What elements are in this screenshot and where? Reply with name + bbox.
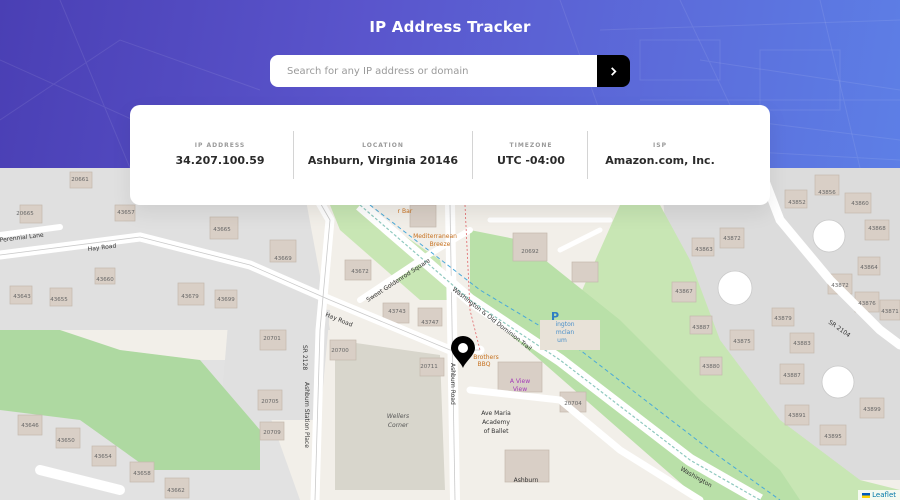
divider: [472, 131, 473, 179]
search-bar: [270, 55, 630, 87]
location-stat: LOCATION Ashburn, Virginia 20146: [298, 105, 468, 205]
address-number: 43654: [94, 454, 112, 460]
ip-address-value: 34.207.100.59: [175, 154, 265, 167]
isp-label: ISP: [653, 142, 667, 149]
address-number: 43867: [675, 289, 693, 295]
address-number: 43646: [21, 423, 39, 429]
address-number: 43887: [692, 325, 710, 331]
address-number: 43743: [388, 309, 406, 315]
place-label: View: [513, 386, 527, 393]
address-number: 20704: [564, 401, 582, 407]
parking-icon: P: [551, 310, 559, 323]
place-label: Mediterranean: [413, 233, 457, 240]
location-value: Ashburn, Virginia 20146: [307, 154, 459, 167]
address-number: 43899: [863, 407, 881, 413]
address-number: 43657: [117, 210, 135, 216]
address-number: 43872: [831, 283, 849, 289]
search-submit-button[interactable]: [597, 55, 630, 87]
flag-icon: [862, 492, 871, 498]
address-number: 43895: [824, 434, 842, 440]
address-number: 43876: [858, 301, 876, 307]
address-number: 43650: [57, 438, 75, 444]
address-number: 43643: [13, 294, 31, 300]
ip-info-card: IP ADDRESS 34.207.100.59 LOCATION Ashbur…: [130, 105, 770, 205]
address-number: 43699: [217, 297, 235, 303]
ip-address-label: IP ADDRESS: [194, 142, 246, 149]
address-number: 43655: [50, 297, 68, 303]
address-number: 43863: [695, 247, 713, 253]
address-number: 20709: [263, 430, 281, 436]
place-label: Corner: [388, 422, 409, 429]
road-label-sr2128: SR 2128: [301, 345, 308, 370]
address-number: 43856: [818, 190, 836, 196]
divider: [293, 131, 294, 179]
timezone-value: UTC -04:00: [497, 154, 565, 167]
address-number: 20661: [71, 177, 89, 183]
place-label: Breeze: [430, 241, 451, 248]
timezone-label: TIMEZONE: [509, 142, 553, 149]
place-label: Ashburn: [514, 477, 539, 484]
address-number: 43875: [733, 339, 751, 345]
chevron-right-icon: [611, 66, 617, 76]
svg-text:Ashburn Road: Ashburn Road: [449, 363, 456, 405]
road-label-station: Ashburn Station Place: [303, 382, 310, 448]
address-number: 43883: [793, 341, 811, 347]
place-label: of Ballet: [484, 428, 510, 435]
search-input[interactable]: [270, 55, 597, 87]
svg-text:SR 2128: SR 2128: [301, 345, 308, 370]
place-label: mclan: [556, 329, 574, 336]
leaflet-link[interactable]: Leaflet: [872, 491, 896, 499]
address-number: 20705: [261, 399, 279, 405]
address-number: 43872: [723, 236, 741, 242]
divider: [587, 131, 588, 179]
address-number: 20665: [16, 211, 34, 217]
place-label: Academy: [482, 419, 510, 426]
svg-text:Ashburn Station Place: Ashburn Station Place: [303, 382, 310, 448]
place-label: um: [557, 337, 567, 344]
address-number: 43868: [868, 226, 886, 232]
address-number: 43879: [774, 316, 792, 322]
address-number: 43669: [274, 256, 292, 262]
place-label: BBQ: [478, 361, 491, 368]
address-number: 43672: [351, 269, 369, 275]
address-number: 43880: [702, 364, 720, 370]
place-label: A View: [510, 378, 530, 385]
ip-address-stat: IP ADDRESS 34.207.100.59: [150, 105, 290, 205]
road-label-ashburn: Ashburn Road: [449, 363, 456, 405]
isp-stat: ISP Amazon.com, Inc.: [590, 105, 730, 205]
place-label: Wellers: [387, 413, 409, 420]
location-label: LOCATION: [362, 142, 404, 149]
address-number: 43665: [213, 227, 231, 233]
address-number: 43891: [788, 413, 806, 419]
address-number: 43887: [783, 373, 801, 379]
isp-value: Amazon.com, Inc.: [605, 154, 715, 167]
address-number: 20701: [263, 336, 281, 342]
address-number: 43747: [421, 320, 439, 326]
address-number: 20711: [420, 364, 438, 370]
page-title: IP Address Tracker: [369, 18, 531, 36]
map-view[interactable]: Perennial Lane Hay Road Hay Road Sweet G…: [0, 168, 900, 500]
place-label: Brothers: [473, 354, 499, 361]
address-number: 43871: [881, 309, 899, 315]
address-number: 20700: [331, 348, 349, 354]
address-number: 20692: [521, 249, 539, 255]
map-attribution[interactable]: Leaflet: [858, 490, 900, 500]
address-number: 43864: [860, 265, 878, 271]
address-number: 43660: [96, 277, 114, 283]
address-number: 43852: [788, 200, 806, 206]
address-number: 43679: [181, 294, 199, 300]
address-number: 43860: [851, 201, 869, 207]
place-label: Ave Maria: [481, 410, 511, 417]
place-label: r Bar: [398, 208, 413, 215]
address-number: 43662: [167, 488, 185, 494]
address-number: 43658: [133, 471, 151, 477]
timezone-stat: TIMEZONE UTC -04:00: [476, 105, 586, 205]
map-tiles[interactable]: Perennial Lane Hay Road Hay Road Sweet G…: [0, 168, 900, 500]
